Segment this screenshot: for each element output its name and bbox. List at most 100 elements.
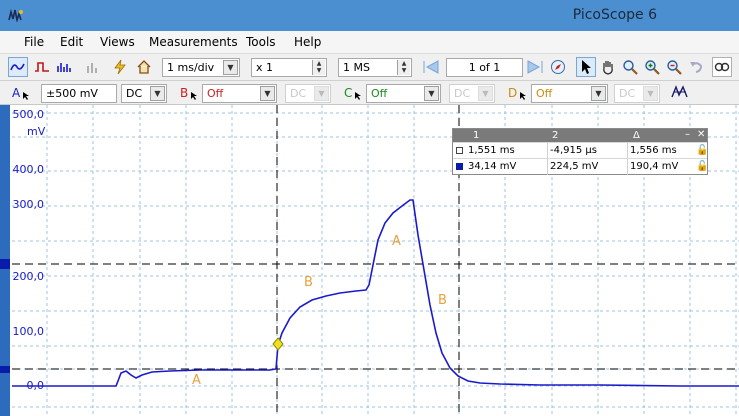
channel-a-range-select[interactable]: ±500 mV	[41, 84, 117, 103]
zoom-out-icon[interactable]	[664, 57, 684, 77]
hand-tool-icon[interactable]	[598, 57, 618, 77]
menu-edit[interactable]: Edit	[60, 35, 83, 49]
trigger-marker-icon[interactable]	[272, 337, 284, 351]
menu-views[interactable]: Views	[100, 35, 135, 49]
channel-toolbar: A ±500 mV DC ▼ B Off ▼ DC ▼ C Off ▼ DC ▼…	[0, 81, 739, 105]
pointer-icon	[191, 91, 198, 100]
y-tick-label: 200,0	[13, 270, 45, 283]
spin-arrows-icon: ▲ ▼	[397, 60, 410, 75]
channel-d-range: Off	[536, 87, 553, 100]
phase-label: A	[392, 234, 401, 249]
previous-buffer-icon[interactable]	[420, 57, 440, 77]
undo-zoom-icon[interactable]	[686, 57, 706, 77]
zoom-select-icon[interactable]	[620, 57, 640, 77]
minimize-icon[interactable]: –	[685, 129, 690, 140]
y-tick-label: 300,0	[13, 198, 45, 211]
spectrum-mode-icon[interactable]	[54, 57, 74, 77]
table-row: 1,551 ms -4,915 µs 1,556 ms 🔓	[453, 142, 708, 159]
y-tick-label: 400,0	[13, 163, 45, 176]
divider	[547, 143, 548, 159]
samples-stepper[interactable]: 1 MS ▲ ▼	[338, 58, 412, 77]
channel-c-coupling-select[interactable]: DC ▼	[449, 84, 495, 103]
pointer-tool-icon[interactable]	[576, 57, 596, 77]
next-buffer-icon[interactable]	[526, 57, 546, 77]
close-icon[interactable]: ✕	[697, 129, 705, 140]
chevron-down-icon: ▼	[424, 86, 439, 101]
ruler-1-handle[interactable]	[0, 259, 10, 269]
ruler-1-time: 1,551 ms	[468, 145, 515, 156]
chevron-down-icon: ▼	[643, 86, 658, 101]
y-axis-ticks: 500,0400,0300,0200,0100,00,0	[13, 108, 45, 392]
zoom-value: x 1	[256, 61, 274, 74]
signal-ruler-icon	[456, 163, 463, 170]
ruler-legend-header: 1 2 Δ – ✕	[453, 129, 707, 142]
chevron-down-icon: ▼	[260, 86, 275, 101]
channel-b-range-select[interactable]: Off ▼	[202, 84, 277, 103]
menu-file[interactable]: File	[24, 35, 44, 49]
ruler-2-handle[interactable]	[0, 366, 10, 373]
time-delta: 1,556 ms	[630, 145, 677, 156]
pointer-icon	[520, 91, 527, 100]
y-tick-label: 100,0	[13, 325, 45, 338]
time-ruler-icon	[456, 147, 463, 154]
probe-icon[interactable]	[110, 57, 130, 77]
spin-arrows-icon: ▲ ▼	[312, 60, 325, 75]
channel-c-button[interactable]: C	[344, 83, 364, 103]
ruler-legend[interactable]: 1 2 Δ – ✕ 1,551 ms -4,915 µs 1,556 ms 🔓 …	[452, 128, 708, 175]
channel-a-range: ±500 mV	[46, 87, 98, 100]
chevron-down-icon: ▼	[478, 86, 493, 101]
channel-b-label: B	[180, 86, 189, 100]
zoom-stepper[interactable]: x 1 ▲ ▼	[251, 58, 327, 77]
channel-b-button[interactable]: B	[180, 83, 200, 103]
chevron-down-icon: ▼	[314, 86, 329, 101]
persistence-mode-icon[interactable]	[32, 57, 52, 77]
channel-a-coupling: DC	[126, 87, 143, 100]
menu-help[interactable]: Help	[294, 35, 321, 49]
channel-b-coupling-select[interactable]: DC ▼	[285, 84, 331, 103]
phase-label: B	[304, 275, 313, 290]
math-channels-icon[interactable]	[670, 82, 690, 102]
menu-bar: File Edit Views Measurements Tools Help	[0, 31, 739, 54]
chevron-down-icon: ▼	[223, 60, 238, 75]
channel-d-range-select[interactable]: Off ▼	[531, 84, 608, 103]
channel-a-coupling-select[interactable]: DC ▼	[121, 84, 167, 103]
chevron-down-icon: ▼	[591, 86, 606, 101]
page-field[interactable]: 1 of 1	[446, 58, 523, 77]
channel-d-coupling-select[interactable]: DC ▼	[614, 84, 660, 103]
channels-icon[interactable]	[83, 57, 103, 77]
window-title: PicoScope 6	[572, 7, 657, 23]
channel-d-label: D	[508, 86, 518, 100]
ruler-2-signal: 224,5 mV	[550, 161, 599, 172]
chevron-down-icon: ▼	[150, 86, 165, 101]
ruler-2-time: -4,915 µs	[550, 145, 597, 156]
channel-d-button[interactable]: D	[508, 83, 529, 103]
lock-icon[interactable]: 🔓	[696, 161, 708, 172]
channel-c-range-select[interactable]: Off ▼	[366, 84, 441, 103]
divider	[627, 159, 628, 175]
table-row: 34,14 mV 224,5 mV 190,4 mV 🔓	[453, 158, 708, 175]
header-col-1: 1	[473, 130, 480, 141]
title-bar: PicoScope 6	[0, 0, 739, 31]
phase-label: A	[192, 373, 201, 388]
channel-c-range: Off	[371, 87, 388, 100]
scope-mode-icon[interactable]	[8, 57, 28, 77]
phase-label: B	[438, 293, 447, 308]
header-col-delta: Δ	[633, 130, 640, 141]
home-icon[interactable]	[134, 57, 154, 77]
lock-icon[interactable]: 🔓	[696, 145, 708, 156]
navigator-icon[interactable]	[548, 57, 568, 77]
zoom-in-icon[interactable]	[642, 57, 662, 77]
pointer-icon	[355, 91, 362, 100]
channel-b-range: Off	[207, 87, 224, 100]
channel-a-button[interactable]: A	[12, 83, 32, 103]
zoom-fit-icon[interactable]	[712, 57, 732, 77]
page-value: 1 of 1	[468, 61, 501, 74]
divider	[547, 159, 548, 175]
divider	[627, 143, 628, 159]
menu-measurements[interactable]: Measurements	[149, 35, 238, 49]
menu-tools[interactable]: Tools	[246, 35, 276, 49]
timebase-value: 1 ms/div	[167, 61, 215, 74]
channel-c-coupling: DC	[454, 87, 471, 100]
channel-c-label: C	[344, 86, 353, 100]
timebase-select[interactable]: 1 ms/div ▼	[162, 58, 240, 77]
